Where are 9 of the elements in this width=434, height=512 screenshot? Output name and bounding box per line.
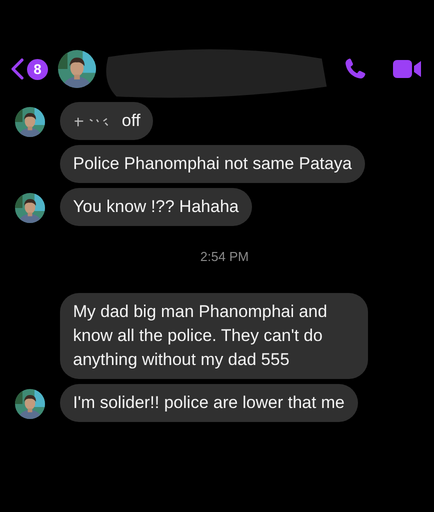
message-bubble: I'm solider!! police are lower that me [60,384,358,422]
message-bubble: You know !?? Hahaha [60,188,252,226]
back-button[interactable]: 8 [10,58,48,80]
message-bubble: My dad big man Phanomphai and know all the police. They can't do anything without my dad 555 [60,293,368,379]
message-bubble: Police Phanomphai not same Pataya [60,145,365,183]
timestamp: 2:54 PM [200,249,249,264]
unread-count-badge: 8 [27,58,48,80]
back-chevron-icon [10,58,24,80]
message-bubble: off [60,102,154,140]
